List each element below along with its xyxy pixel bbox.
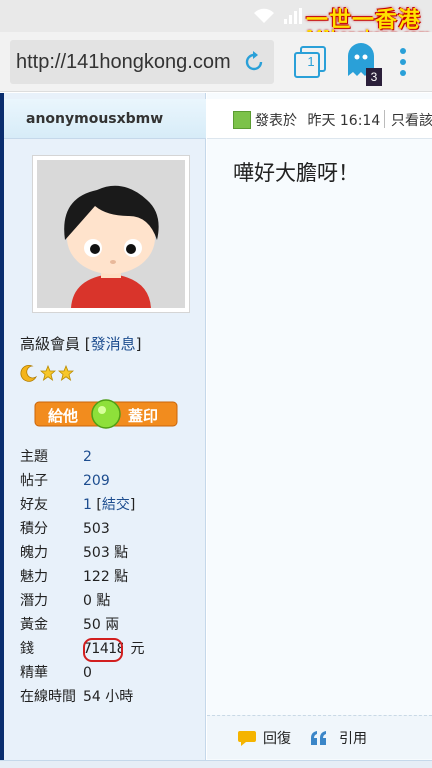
quote-label: 引用 bbox=[339, 731, 367, 747]
status-bar: 一世一香港 141hongkong.com bbox=[0, 0, 432, 42]
url-text[interactable]: http://141hongkong.com bbox=[16, 51, 240, 74]
quote-button[interactable]: 引用 bbox=[309, 726, 367, 750]
wifi-icon bbox=[254, 8, 274, 23]
stat-value: 503 點 bbox=[83, 545, 129, 561]
stat-row-topics: 主題 2 bbox=[20, 445, 208, 469]
stat-row-digest: 精華 0 bbox=[20, 661, 208, 685]
post-message: 嘩好大膽呀！ bbox=[233, 161, 359, 185]
avatar-cartoon-image bbox=[37, 160, 185, 308]
stat-label: 魅力 bbox=[20, 569, 48, 585]
stat-label: 積分 bbox=[20, 521, 48, 537]
stat-value: 54 小時 bbox=[83, 689, 134, 705]
view-author-only-link[interactable]: 只看該 bbox=[391, 110, 432, 130]
stat-row-friends: 好友 1 [結交] bbox=[20, 493, 208, 517]
online-status-icon bbox=[233, 111, 251, 129]
stat-label: 潛力 bbox=[20, 593, 48, 609]
star-icon bbox=[58, 365, 74, 381]
star-icon bbox=[40, 365, 56, 381]
give-stamp-button[interactable]: 給他 蓋印 bbox=[34, 399, 178, 429]
add-friend-link[interactable]: 結交 bbox=[102, 497, 130, 513]
rank-stars bbox=[20, 363, 74, 383]
reload-icon[interactable] bbox=[242, 50, 266, 74]
avatar[interactable] bbox=[32, 155, 190, 313]
stat-row-gold: 黃金 50 兩 bbox=[20, 613, 208, 637]
post-header: 發表於 昨天 16:14 只看該 bbox=[207, 99, 432, 139]
reply-label: 回復 bbox=[263, 731, 291, 747]
notification-badge: 3 bbox=[366, 68, 382, 86]
tab-count: 1 bbox=[307, 54, 315, 69]
highlight-circle bbox=[83, 638, 123, 662]
page-bottom-bar bbox=[0, 760, 432, 768]
stat-value: 503 bbox=[83, 521, 110, 537]
author-sidebar: anonymousxbmw 高級會員 [發消息] 給他 蓋印 主題 2 帖子 2… bbox=[4, 93, 206, 768]
stat-label: 好友 bbox=[20, 497, 48, 513]
address-bar[interactable]: http://141hongkong.com bbox=[10, 40, 274, 84]
rank-label: 高級會員 bbox=[20, 335, 81, 353]
stat-row-posts: 帖子 209 bbox=[20, 469, 208, 493]
money-unit: 元 bbox=[130, 641, 145, 657]
forum-post: anonymousxbmw 高級會員 [發消息] 給他 蓋印 主題 2 帖子 2… bbox=[0, 93, 432, 768]
stat-row-money: 錢 71418 元 bbox=[20, 637, 208, 662]
stat-value: 0 bbox=[83, 665, 92, 681]
send-message-link[interactable]: 發消息 bbox=[91, 335, 136, 353]
header-divider bbox=[384, 110, 385, 128]
stat-label: 魄力 bbox=[20, 545, 48, 561]
stat-label: 錢 bbox=[20, 641, 34, 657]
stat-row-charm: 魅力 122 點 bbox=[20, 565, 208, 589]
stat-row-potential: 潛力 0 點 bbox=[20, 589, 208, 613]
stat-value: 50 兩 bbox=[83, 617, 120, 633]
tabs-button[interactable]: 1 bbox=[292, 44, 328, 80]
author-stats: 主題 2 帖子 209 好友 1 [結交] 積分 503 魄力 503 點 魅力… bbox=[20, 445, 208, 709]
stat-row-courage: 魄力 503 點 bbox=[20, 541, 208, 565]
quote-icon bbox=[311, 731, 326, 745]
overflow-menu-icon[interactable] bbox=[396, 46, 410, 78]
signal-icon bbox=[284, 8, 302, 24]
stat-value-link[interactable]: 1 bbox=[83, 497, 92, 513]
author-header: anonymousxbmw bbox=[4, 99, 206, 139]
stat-label: 在線時間 bbox=[20, 689, 76, 705]
browser-toolbar: http://141hongkong.com 1 3 bbox=[0, 32, 432, 92]
stat-row-online-time: 在線時間 54 小時 bbox=[20, 685, 208, 709]
stamp-label-stamp: 蓋印 bbox=[128, 407, 159, 425]
post-actions: 回復 引用 bbox=[207, 715, 432, 759]
posted-time: 昨天 16:14 bbox=[307, 113, 381, 129]
stat-label: 主題 bbox=[20, 449, 48, 465]
stat-value-link[interactable]: 2 bbox=[83, 445, 92, 469]
reply-bubble-icon bbox=[238, 731, 256, 746]
stat-value: 0 點 bbox=[83, 593, 111, 609]
author-username[interactable]: anonymousxbmw bbox=[26, 111, 163, 127]
stat-label: 精華 bbox=[20, 665, 48, 681]
moon-icon bbox=[20, 365, 38, 382]
stat-label: 帖子 bbox=[20, 473, 48, 489]
posted-label: 發表於 bbox=[255, 113, 297, 129]
stat-value: 122 點 bbox=[83, 569, 129, 585]
stat-row-points: 積分 503 bbox=[20, 517, 208, 541]
stamp-label-give: 給他 bbox=[48, 407, 79, 425]
stat-value-link[interactable]: 209 bbox=[83, 469, 110, 493]
post-content-area: 發表於 昨天 16:14 只看該 嘩好大膽呀！ 回復 引用 bbox=[207, 93, 432, 768]
reply-button[interactable]: 回復 bbox=[237, 726, 291, 750]
stat-label: 黃金 bbox=[20, 617, 48, 633]
member-rank: 高級會員 [發消息] bbox=[20, 335, 142, 353]
